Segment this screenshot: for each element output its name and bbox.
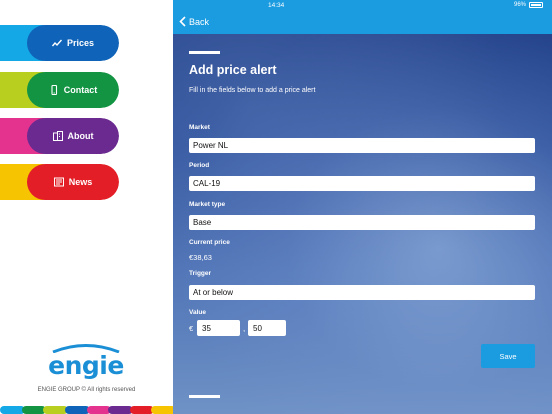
phone-icon	[51, 85, 57, 95]
bottom-divider	[189, 395, 220, 398]
value-whole-input[interactable]	[197, 320, 240, 336]
main-panel: 14:34 96% Back Add price alert Fill in t…	[173, 0, 552, 414]
current-price-value: €38,63	[189, 253, 212, 262]
trigger-label: Trigger	[189, 270, 212, 277]
save-button[interactable]: Save	[481, 344, 535, 368]
market-type-select[interactable]: Base	[189, 215, 535, 230]
market-label: Market	[189, 124, 210, 131]
market-select[interactable]: Power NL	[189, 138, 535, 153]
sidebar-pill: Contact	[27, 72, 119, 108]
battery-icon	[529, 2, 543, 8]
currency-symbol: €	[189, 324, 194, 333]
sidebar: Prices Contact About News ENGIE ENGIE GR…	[0, 0, 176, 414]
page-subtitle: Fill in the fields below to add a price …	[189, 87, 316, 94]
back-label: Back	[189, 16, 210, 27]
sidebar-pill: Prices	[27, 25, 119, 61]
sidebar-item-contact[interactable]: Contact	[0, 72, 119, 108]
sidebar-item-label: News	[68, 177, 93, 187]
top-bar: 14:34 96% Back	[173, 0, 552, 34]
market-type-label: Market type	[189, 201, 226, 208]
engie-logo: ENGIE	[34, 343, 138, 379]
decimal-separator: ,	[243, 324, 246, 333]
sidebar-item-about[interactable]: About	[0, 118, 119, 154]
building-icon	[52, 131, 63, 141]
current-price-label: Current price	[189, 239, 230, 246]
battery-percent: 96%	[513, 2, 526, 8]
title-divider	[189, 51, 220, 54]
sidebar-item-label: Prices	[66, 38, 95, 48]
brand-color-bar	[0, 406, 176, 414]
period-label: Period	[189, 162, 210, 169]
color-segment	[0, 406, 25, 414]
sidebar-item-news[interactable]: News	[0, 164, 119, 200]
newspaper-icon	[53, 177, 64, 187]
status-battery: 96%	[514, 2, 543, 8]
chart-line-icon	[51, 39, 62, 47]
sidebar-item-prices[interactable]: Prices	[0, 25, 119, 61]
sidebar-item-label: Contact	[63, 85, 98, 95]
back-button[interactable]: Back	[179, 16, 209, 27]
logo-text: ENGIE	[48, 351, 124, 380]
trigger-select[interactable]: At or below	[189, 285, 535, 300]
sidebar-item-label: About	[67, 131, 94, 141]
chevron-left-icon	[179, 16, 186, 27]
sidebar-pill: About	[27, 118, 119, 154]
status-time: 14:34	[268, 2, 285, 9]
page-title: Add price alert	[189, 63, 277, 77]
period-select[interactable]: CAL-19	[189, 176, 535, 191]
value-label: Value	[189, 309, 206, 316]
sidebar-pill: News	[27, 164, 119, 200]
copyright-text: ENGIE GROUP © All rights reserved	[37, 387, 136, 393]
value-decimal-input[interactable]	[248, 320, 286, 336]
color-segment	[64, 406, 90, 414]
